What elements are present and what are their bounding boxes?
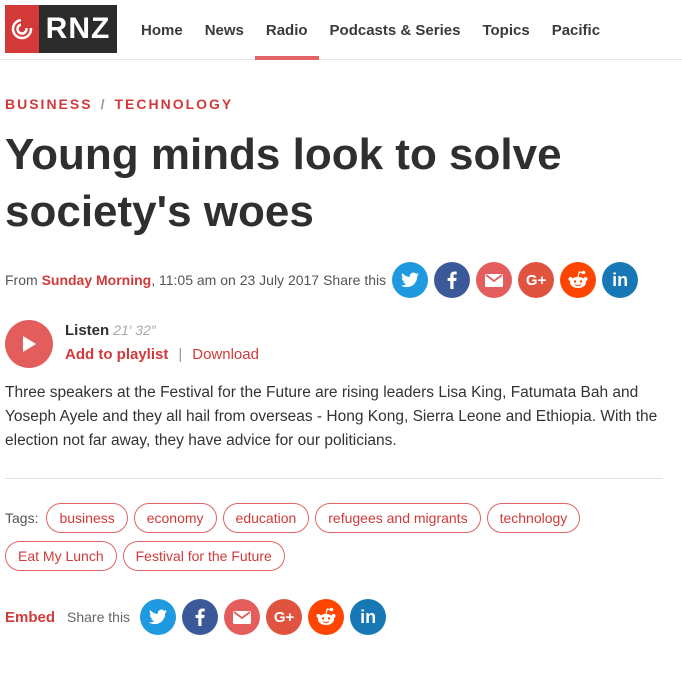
facebook-share-button[interactable] bbox=[182, 599, 219, 635]
twitter-icon bbox=[149, 609, 168, 625]
site-header: RNZ Home News Radio Podcasts & Series To… bbox=[0, 0, 682, 60]
tags-list: Tags: business economy education refugee… bbox=[5, 503, 665, 571]
nav-topics[interactable]: Topics bbox=[471, 0, 540, 60]
google-plus-share-button[interactable]: G+ bbox=[518, 262, 555, 298]
twitter-icon bbox=[401, 272, 420, 288]
audio-duration: 21′ 32″ bbox=[113, 322, 156, 338]
listen-label: Listen bbox=[65, 322, 110, 339]
article-datetime: , 11:05 am on 23 July 2017 bbox=[151, 272, 320, 288]
rnz-logo[interactable]: RNZ bbox=[5, 5, 117, 53]
divider bbox=[5, 478, 663, 479]
nav-news[interactable]: News bbox=[194, 0, 255, 60]
linkedin-icon: in bbox=[360, 606, 377, 627]
tag-festival-for-the-future[interactable]: Festival for the Future bbox=[122, 541, 285, 571]
nav-pacific[interactable]: Pacific bbox=[541, 0, 611, 60]
logo-text: RNZ bbox=[39, 5, 117, 53]
embed-link[interactable]: Embed bbox=[5, 609, 55, 626]
article-summary: Three speakers at the Festival for the F… bbox=[5, 384, 658, 449]
linkedin-share-button[interactable]: in bbox=[350, 599, 387, 635]
footer-share-label: Share this bbox=[67, 609, 131, 625]
reddit-icon bbox=[568, 270, 588, 288]
tags-label: Tags: bbox=[5, 510, 39, 526]
nav-home[interactable]: Home bbox=[130, 0, 194, 60]
email-share-button[interactable] bbox=[476, 262, 513, 298]
share-buttons-top: G+ in bbox=[392, 262, 639, 298]
twitter-share-button[interactable] bbox=[140, 599, 177, 635]
linkedin-share-button[interactable]: in bbox=[602, 262, 639, 298]
google-plus-icon: G+ bbox=[525, 271, 547, 289]
breadcrumb: BUSINESS / TECHNOLOGY bbox=[5, 96, 233, 112]
rnz-logo-mark-icon bbox=[5, 5, 39, 53]
share-label: Share this bbox=[323, 272, 387, 288]
breadcrumb-separator: / bbox=[100, 96, 107, 112]
tag-business[interactable]: business bbox=[46, 503, 128, 533]
facebook-share-button[interactable] bbox=[434, 262, 471, 298]
nav-radio[interactable]: Radio bbox=[254, 0, 319, 60]
tag-economy[interactable]: economy bbox=[133, 503, 217, 533]
facebook-icon bbox=[447, 271, 457, 289]
programme-link[interactable]: Sunday Morning bbox=[42, 272, 152, 288]
share-buttons-bottom: G+ in bbox=[140, 599, 387, 635]
play-icon bbox=[23, 336, 36, 352]
article-title: Young minds look to solve society's woes bbox=[5, 130, 562, 236]
player-links: Add to playlist | Download bbox=[65, 346, 259, 363]
add-to-playlist-link[interactable]: Add to playlist bbox=[65, 346, 168, 363]
email-icon bbox=[233, 610, 252, 624]
google-plus-icon: G+ bbox=[273, 608, 295, 626]
facebook-icon bbox=[195, 608, 205, 626]
tag-eat-my-lunch[interactable]: Eat My Lunch bbox=[5, 541, 117, 571]
main-nav: Home News Radio Podcasts & Series Topics… bbox=[130, 0, 611, 60]
linkedin-icon: in bbox=[612, 269, 629, 290]
breadcrumb-business[interactable]: BUSINESS bbox=[5, 96, 93, 112]
tag-education[interactable]: education bbox=[222, 503, 310, 533]
tag-technology[interactable]: technology bbox=[486, 503, 581, 533]
email-icon bbox=[485, 273, 504, 287]
listen-row: Listen 21′ 32″ bbox=[65, 322, 156, 339]
reddit-share-button[interactable] bbox=[560, 262, 597, 298]
from-label: From bbox=[5, 272, 38, 288]
google-plus-share-button[interactable]: G+ bbox=[266, 599, 303, 635]
email-share-button[interactable] bbox=[224, 599, 261, 635]
download-link[interactable]: Download bbox=[192, 346, 259, 363]
play-button[interactable] bbox=[5, 320, 53, 368]
tag-refugees-and-migrants[interactable]: refugees and migrants bbox=[315, 503, 481, 533]
twitter-share-button[interactable] bbox=[392, 262, 429, 298]
article-meta: From Sunday Morning, 11:05 am on 23 July… bbox=[5, 262, 639, 298]
nav-podcasts-series[interactable]: Podcasts & Series bbox=[319, 0, 472, 60]
reddit-share-button[interactable] bbox=[308, 599, 345, 635]
reddit-icon bbox=[316, 607, 336, 625]
audio-player: Listen 21′ 32″ Add to playlist | Download bbox=[5, 320, 665, 370]
link-separator: | bbox=[178, 346, 183, 363]
footer-share: Embed Share this G+ in bbox=[5, 599, 387, 635]
breadcrumb-technology[interactable]: TECHNOLOGY bbox=[114, 96, 233, 112]
